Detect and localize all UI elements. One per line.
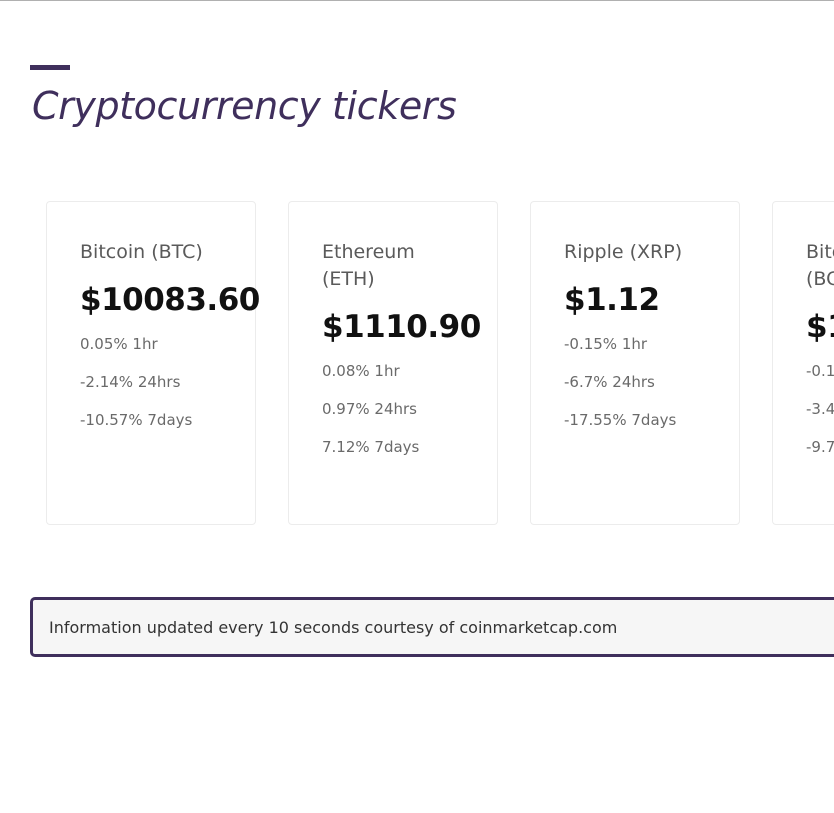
- ticker-price: $1110.90: [322, 309, 481, 345]
- ticker-change-1h: 0.08% 1hr: [322, 362, 400, 380]
- ticker-change-24h: -3.4: [806, 400, 834, 418]
- info-banner: Information updated every 10 seconds cou…: [30, 597, 834, 657]
- ticker-change-7d: 7.12% 7days: [322, 438, 420, 456]
- ticker-name: Bitcoin (BTC): [80, 241, 203, 263]
- title-accent-bar: [30, 65, 70, 70]
- ticker-change-1h: 0.05% 1hr: [80, 335, 158, 353]
- info-text: Information updated every 10 seconds cou…: [49, 617, 618, 637]
- ticker-name: Bitcoin Cash (BCH): [806, 241, 834, 290]
- ticker-change-1h: -0.1: [806, 362, 834, 380]
- ticker-card-xrp: Ripple (XRP) $1.12 -0.15% 1hr -6.7% 24hr…: [530, 201, 740, 525]
- page-title: Cryptocurrency tickers: [32, 84, 457, 128]
- ticker-price: $1.12: [564, 282, 660, 318]
- top-divider: [0, 0, 834, 1]
- ticker-name: Ripple (XRP): [564, 241, 683, 263]
- ticker-name: Ethereum (ETH): [322, 241, 415, 290]
- ticker-change-24h: -2.14% 24hrs: [80, 373, 181, 391]
- ticker-change-24h: -6.7% 24hrs: [564, 373, 655, 391]
- ticker-change-7d: -10.57% 7days: [80, 411, 193, 429]
- ticker-card-bch: Bitcoin Cash (BCH) $1 -0.1 -3.4 -9.7: [772, 201, 834, 525]
- ticker-cards: Bitcoin (BTC) $10083.60 0.05% 1hr -2.14%…: [46, 201, 834, 525]
- ticker-price: $10083.60: [80, 282, 260, 318]
- ticker-price: $1: [806, 309, 834, 345]
- ticker-change-1h: -0.15% 1hr: [564, 335, 648, 353]
- ticker-change-7d: -9.7: [806, 438, 834, 456]
- ticker-card-btc: Bitcoin (BTC) $10083.60 0.05% 1hr -2.14%…: [46, 201, 260, 525]
- ticker-card-eth: Ethereum (ETH) $1110.90 0.08% 1hr 0.97% …: [288, 201, 498, 525]
- ticker-change-24h: 0.97% 24hrs: [322, 400, 417, 418]
- ticker-change-7d: -17.55% 7days: [564, 411, 677, 429]
- page: Cryptocurrency tickers Bitcoin (BTC) $10…: [0, 0, 834, 813]
